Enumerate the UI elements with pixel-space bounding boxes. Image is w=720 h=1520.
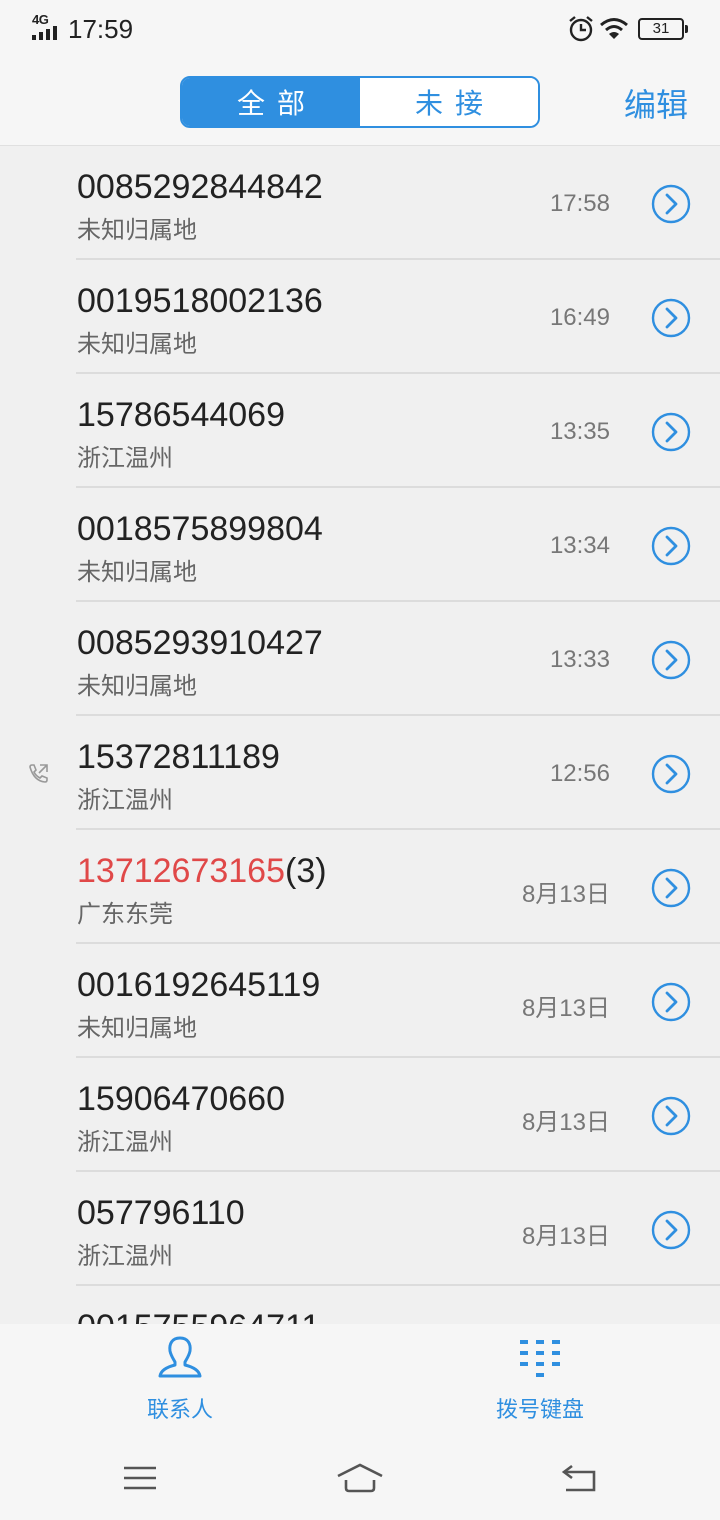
call-log-row[interactable]: 0018575899804 未知归属地 13:34 <box>0 488 720 602</box>
caller-location: 未知归属地 <box>77 1015 197 1042</box>
chevron-right-circle-icon[interactable] <box>651 526 691 566</box>
caller-number: 0016192645119 <box>77 966 320 1005</box>
caller-location: 未知归属地 <box>77 217 197 244</box>
battery-icon: 31 <box>638 18 688 40</box>
call-time: 16:49 <box>549 304 610 331</box>
caller-location: 浙江温州 <box>77 1129 173 1156</box>
call-time: 13:33 <box>549 646 610 673</box>
tab-dialpad-label: 拨号键盘 <box>495 1397 584 1422</box>
chevron-right-circle-icon[interactable] <box>651 868 691 908</box>
wifi-icon <box>600 18 628 39</box>
caller-location: 未知归属地 <box>77 559 197 586</box>
home-icon[interactable] <box>336 1462 384 1494</box>
call-time: 17:58 <box>549 190 610 217</box>
chevron-right-circle-icon[interactable] <box>651 298 691 338</box>
chevron-right-circle-icon[interactable] <box>651 982 691 1022</box>
caller-location: 浙江温州 <box>77 1243 173 1270</box>
call-time: 8月13日 <box>521 1109 610 1136</box>
call-log-row[interactable]: 15906470660 浙江温州 8月13日 <box>0 1058 720 1172</box>
dialpad-icon <box>520 1340 560 1377</box>
status-bar: 4G 17:59 31 <box>0 0 720 58</box>
call-time: 13:35 <box>549 418 610 445</box>
chevron-right-circle-icon[interactable] <box>651 640 691 680</box>
menu-icon[interactable] <box>120 1462 160 1494</box>
alarm-icon <box>569 16 593 42</box>
phone-number: 057796110 <box>77 1194 245 1232</box>
phone-number: 13712673165 <box>77 852 286 890</box>
phone-number: 0085292844842 <box>77 168 323 206</box>
caller-number: 13712673165(3) <box>77 852 327 891</box>
caller-number: 0019518002136 <box>77 282 323 321</box>
caller-number: 0015755964711 <box>77 1308 320 1324</box>
system-nav-bar <box>0 1436 720 1520</box>
call-log-row[interactable]: 0085292844842 未知归属地 17:58 <box>0 146 720 260</box>
call-time: 8月13日 <box>521 881 610 908</box>
tab-dialpad[interactable]: 拨号键盘 <box>450 1324 630 1436</box>
call-count: (3) <box>285 852 327 890</box>
signal-icon: 4G <box>30 12 60 42</box>
caller-number: 0085292844842 <box>77 168 323 207</box>
call-log-row[interactable]: 0016192645119 未知归属地 8月13日 <box>0 944 720 1058</box>
phone-number: 15786544069 <box>77 396 286 434</box>
outgoing-call-icon <box>29 764 48 783</box>
network-type: 4G <box>32 12 49 27</box>
call-log-row[interactable]: 15786544069 浙江温州 13:35 <box>0 374 720 488</box>
header: 全部 未接 编辑 <box>0 58 720 146</box>
call-time: 13:34 <box>549 532 610 559</box>
call-log-row[interactable]: 13712673165(3) 广东东莞 8月13日 <box>0 830 720 944</box>
caller-location: 浙江温州 <box>77 445 173 472</box>
phone-number: 15372811189 <box>77 738 280 776</box>
caller-number: 0018575899804 <box>77 510 323 549</box>
phone-number: 15906470660 <box>77 1080 286 1118</box>
call-log-row[interactable]: 0085293910427 未知归属地 13:33 <box>0 602 720 716</box>
call-log-row[interactable]: 0019518002136 未知归属地 16:49 <box>0 260 720 374</box>
caller-number: 15786544069 <box>77 396 285 435</box>
person-icon <box>158 1336 202 1378</box>
call-log-row[interactable]: 15372811189 浙江温州 12:56 <box>0 716 720 830</box>
edit-button[interactable]: 编辑 <box>624 80 688 126</box>
tab-contacts[interactable]: 联系人 <box>90 1324 270 1436</box>
status-time: 17:59 <box>68 14 134 44</box>
chevron-right-circle-icon[interactable] <box>651 412 691 452</box>
call-filter-tabs: 全部 未接 <box>180 76 540 128</box>
tab-all[interactable]: 全部 <box>182 78 360 126</box>
phone-number: 0018575899804 <box>77 510 323 548</box>
chevron-right-circle-icon[interactable] <box>651 1096 691 1136</box>
phone-number: 0016192645119 <box>77 966 321 1004</box>
phone-number: 0019518002136 <box>77 282 323 320</box>
tab-missed[interactable]: 未接 <box>360 78 538 126</box>
back-icon[interactable] <box>560 1462 600 1494</box>
call-log-row[interactable]: 057796110 浙江温州 8月13日 <box>0 1172 720 1286</box>
call-log-row[interactable]: 0015755964711 <box>0 1286 720 1324</box>
call-time: 8月13日 <box>521 1223 610 1250</box>
bottom-tab-bar: 联系人 拨号键盘 <box>0 1324 720 1436</box>
caller-number: 057796110 <box>77 1194 245 1233</box>
caller-number: 15372811189 <box>77 738 280 777</box>
caller-location: 广东东莞 <box>77 901 173 928</box>
call-log-list: 0085292844842 未知归属地 17:58 0019518002136 未知归属… <box>0 146 720 1324</box>
call-time: 8月13日 <box>521 995 610 1022</box>
caller-location: 未知归属地 <box>77 673 197 700</box>
chevron-right-circle-icon[interactable] <box>651 184 691 224</box>
caller-location: 浙江温州 <box>77 787 173 814</box>
chevron-right-circle-icon[interactable] <box>651 1210 691 1250</box>
phone-number: 0085293910427 <box>77 624 323 662</box>
phone-number: 0015755964711 <box>77 1308 320 1324</box>
caller-number: 15906470660 <box>77 1080 285 1119</box>
chevron-right-circle-icon[interactable] <box>651 754 691 794</box>
call-time: 12:56 <box>549 760 610 787</box>
caller-number: 0085293910427 <box>77 624 323 663</box>
tab-contacts-label: 联系人 <box>146 1397 213 1422</box>
caller-location: 未知归属地 <box>77 331 197 358</box>
